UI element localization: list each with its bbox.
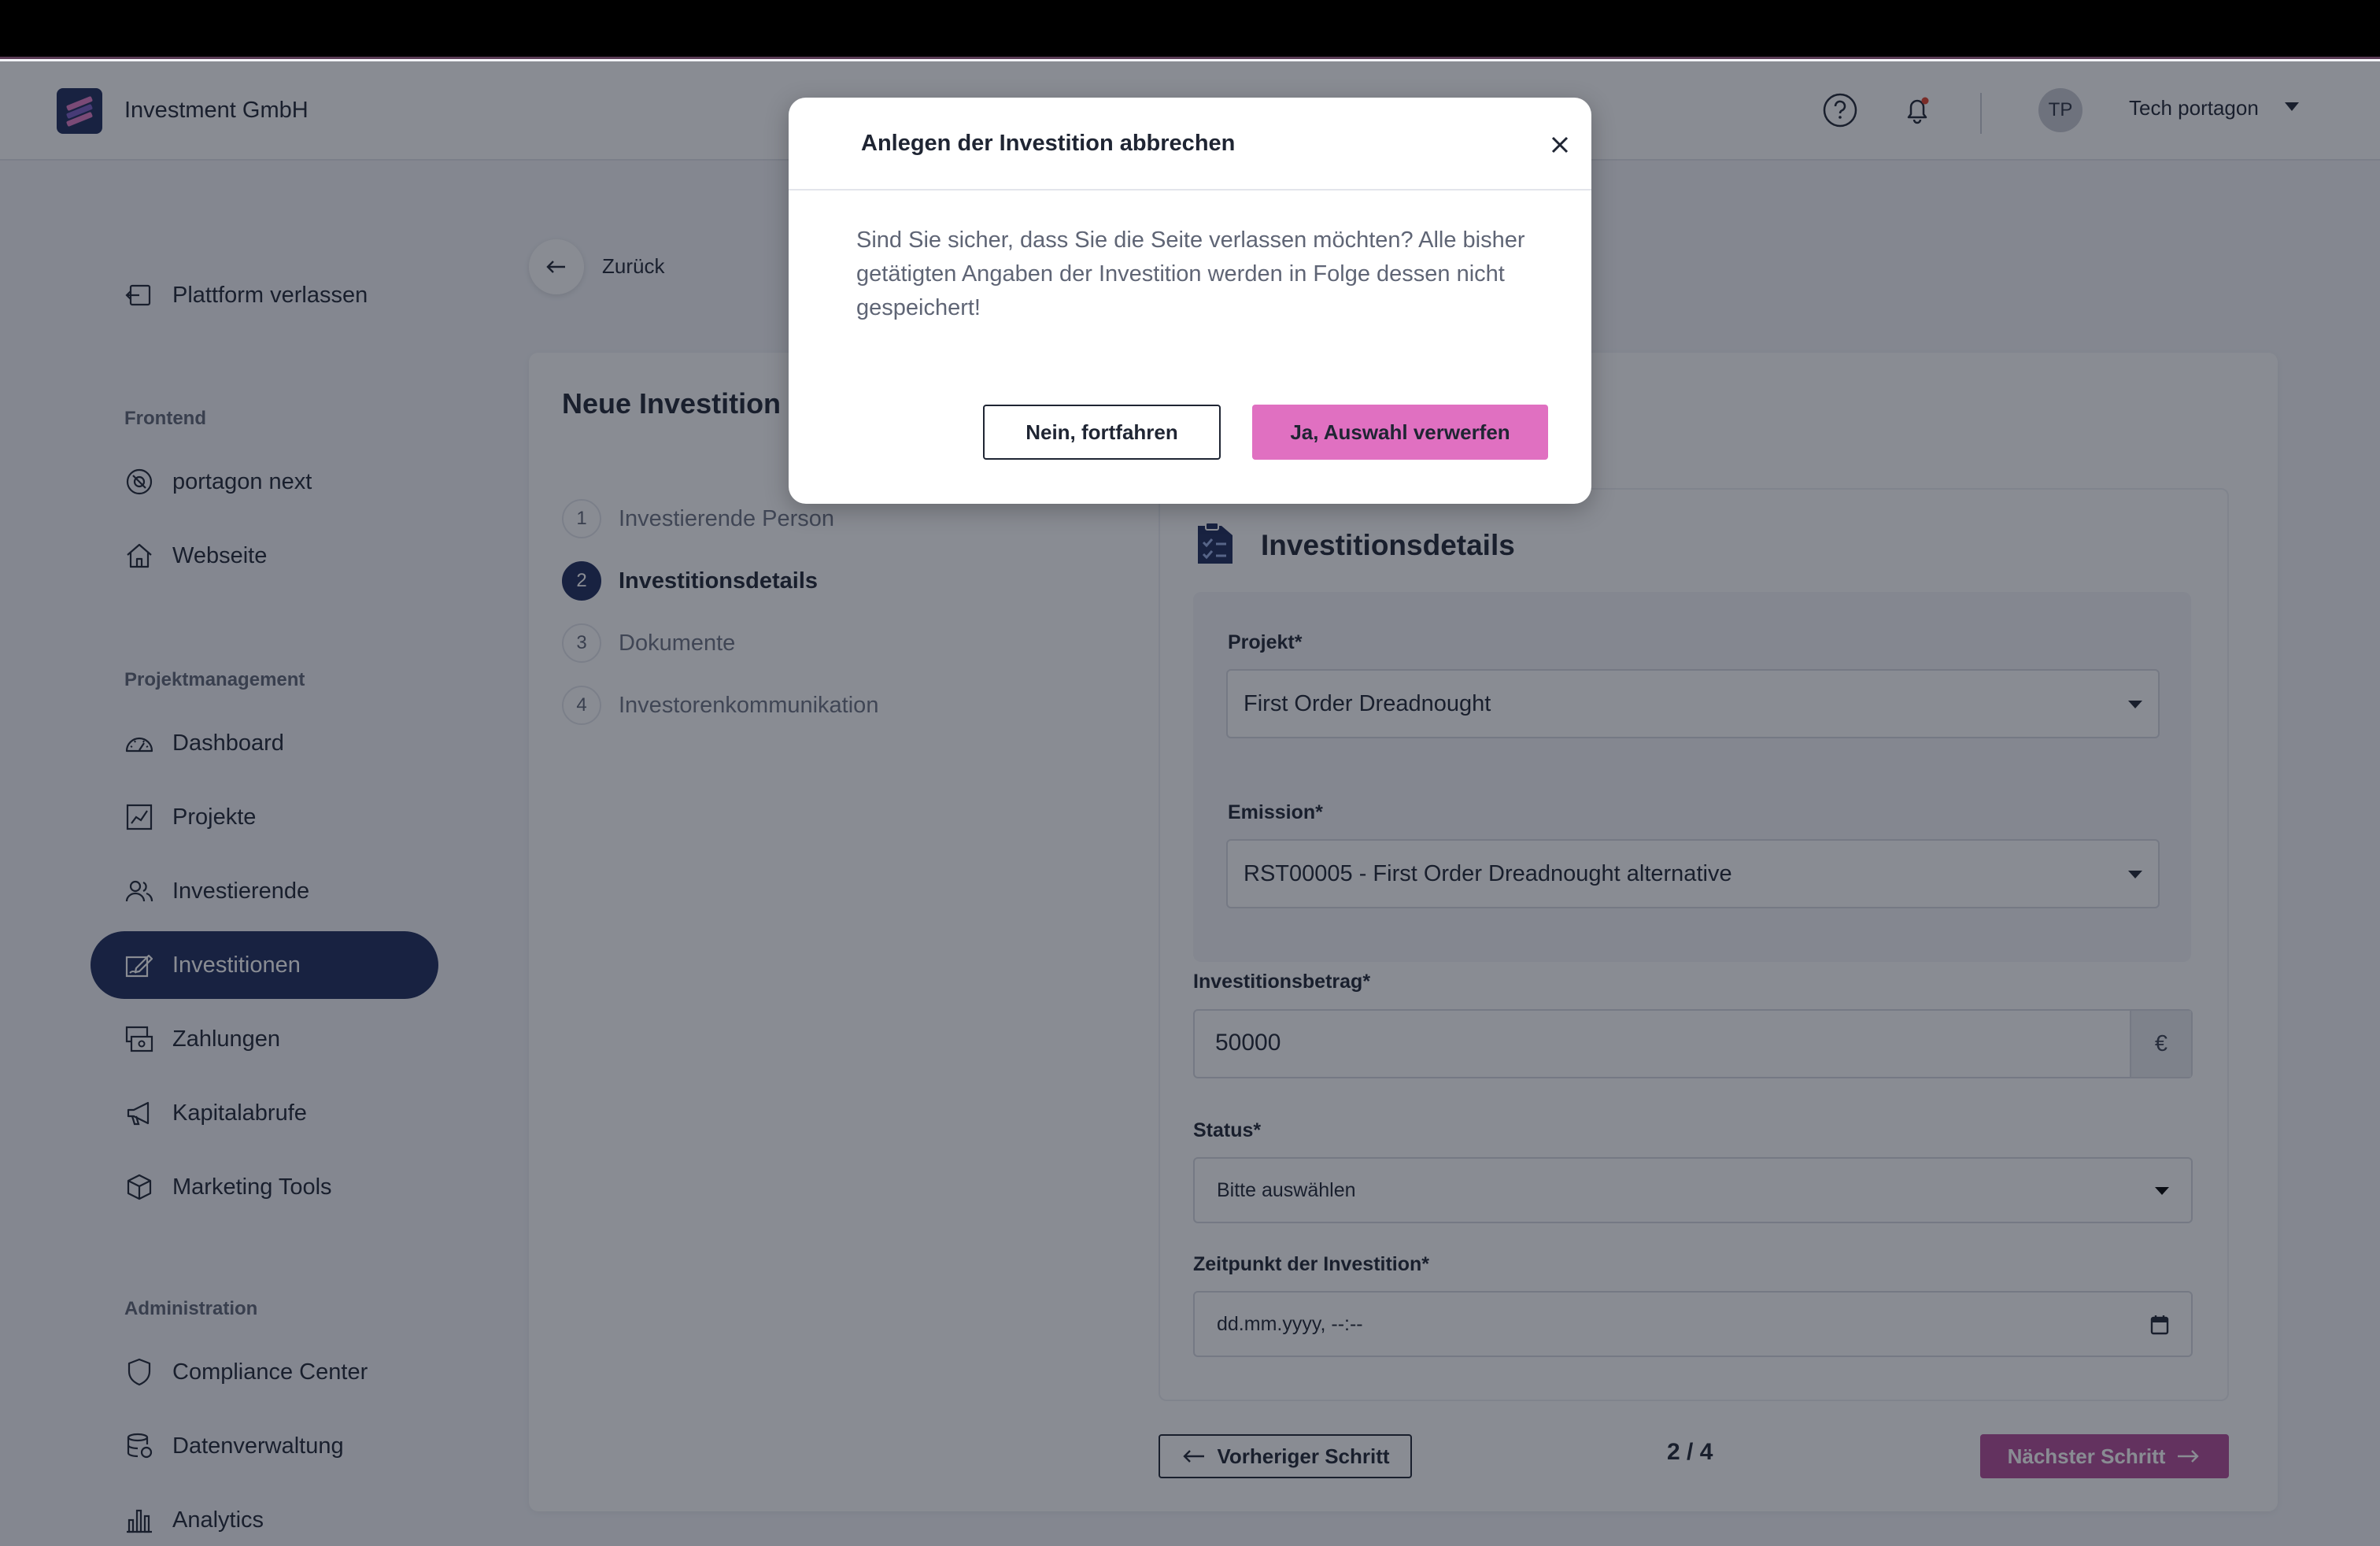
dialog-message: Sind Sie sicher, dass Sie die Seite verl… (856, 227, 1525, 320)
discard-button[interactable]: Ja, Auswahl verwerfen (1252, 405, 1548, 460)
dialog-title: Anlegen der Investition abbrechen (861, 131, 1236, 156)
dialog-header: Anlegen der Investition abbrechen (789, 98, 1591, 190)
close-icon[interactable] (1546, 131, 1574, 159)
cancel-confirmation-dialog: Anlegen der Investition abbrechen Sind S… (789, 98, 1591, 504)
os-top-bar (0, 0, 2380, 59)
continue-button[interactable]: Nein, fortfahren (983, 405, 1221, 460)
